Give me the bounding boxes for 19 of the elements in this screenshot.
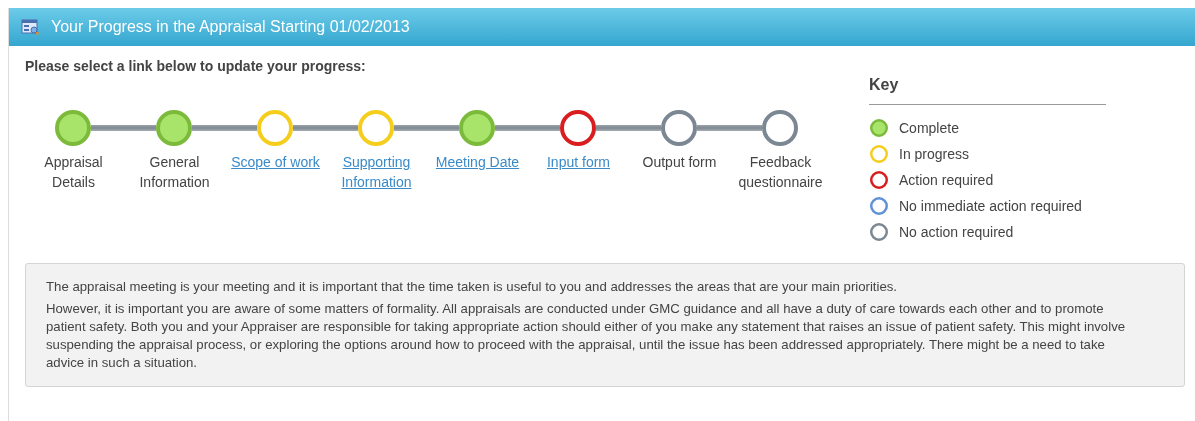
step-link[interactable]: Scope of work bbox=[231, 152, 320, 192]
notice-paragraph: However, it is important you are aware of some matters of formality. All appraisals are conducted under GMC guidance and all have a duty of care towards each other and to promote patient safety. Both you and your Appraiser are responsible for taking appropriate action should either of you make any statement that raises an issue of patient safety. This might involve suspending the appraisal process, or exploring the options around how to proceed with the appraisal, until the issue has been addressed appropriately. There might be a need to take advice in such a situation. bbox=[46, 300, 1127, 372]
step-link[interactable]: Supporting Information bbox=[326, 152, 427, 192]
key-label: Complete bbox=[899, 120, 959, 136]
step-label: General Information bbox=[138, 153, 211, 192]
step-link[interactable]: Input form bbox=[547, 152, 610, 192]
notice-paragraph: The appraisal meeting is your meeting and it is important that the time taken is useful to you and addresses the areas that are your main priorities. bbox=[46, 278, 899, 296]
key-title: Key bbox=[869, 76, 1106, 105]
key-label: In progress bbox=[899, 146, 970, 162]
form-icon bbox=[21, 19, 39, 35]
key-label: No immediate action required bbox=[899, 198, 1082, 214]
step-label: Output form bbox=[642, 153, 717, 172]
panel-title: Your Progress in the Appraisal Starting 01/02/2013 bbox=[51, 18, 410, 36]
key-label: No action required bbox=[899, 224, 1014, 240]
step-label: Feedback questionnaire bbox=[737, 153, 824, 192]
step-link[interactable]: Meeting Date bbox=[435, 152, 520, 192]
key-label: Action required bbox=[899, 172, 994, 188]
step-label: Appraisal Details bbox=[43, 153, 104, 192]
instruction-text: Please select a link below to update your progress: bbox=[25, 58, 367, 74]
